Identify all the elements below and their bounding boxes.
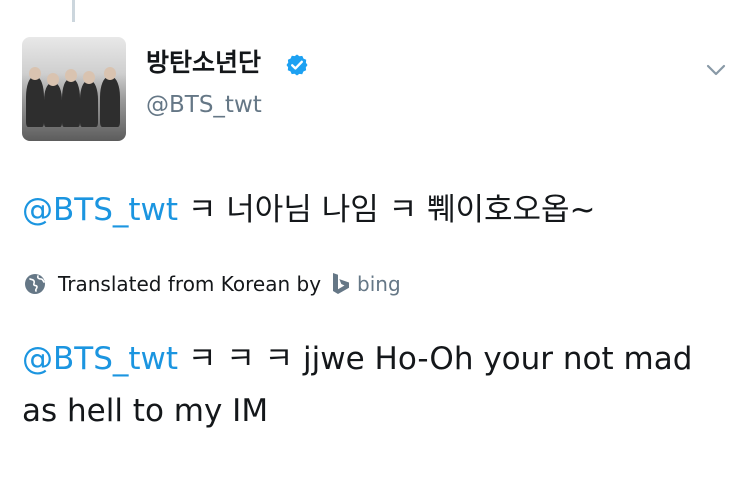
avatar-face (104, 67, 116, 80)
avatar-figure (100, 77, 120, 127)
translation-attribution: Translated from Korean by bing (24, 270, 401, 298)
bing-link[interactable]: bing (331, 272, 401, 296)
avatar-figure (44, 83, 62, 127)
avatar-face (29, 67, 41, 80)
avatar-face (83, 71, 95, 84)
tweet-body: ㅋ 너아님 나임 ㅋ 쀄이호오옵~ (178, 192, 596, 228)
translation-label: Translated from Korean by (58, 272, 322, 296)
globe-icon (25, 274, 45, 294)
translated-mention-link[interactable]: @BTS_twt (22, 341, 178, 377)
thread-connector-line (72, 0, 75, 22)
mention-link[interactable]: @BTS_twt (22, 192, 178, 228)
bing-label: bing (357, 272, 401, 296)
avatar-face (65, 69, 77, 82)
avatar-figure (62, 79, 80, 127)
tweet-text: @BTS_twt ㅋ 너아님 나임 ㅋ 쀄이호오옵~ (22, 188, 596, 232)
author-name[interactable]: 방탄소년단 (146, 48, 261, 78)
avatar-figure (26, 77, 44, 127)
avatar-face (47, 73, 59, 86)
chevron-down-icon[interactable] (705, 62, 727, 78)
avatar-figure (80, 81, 98, 127)
verified-badge-icon (286, 54, 308, 76)
translated-text: @BTS_twt ㅋ ㅋ ㅋ jjwe Ho-Oh your not mad a… (22, 333, 722, 437)
author-handle[interactable]: @BTS_twt (146, 91, 262, 119)
bing-logo-icon (333, 273, 350, 294)
avatar[interactable] (22, 37, 126, 141)
